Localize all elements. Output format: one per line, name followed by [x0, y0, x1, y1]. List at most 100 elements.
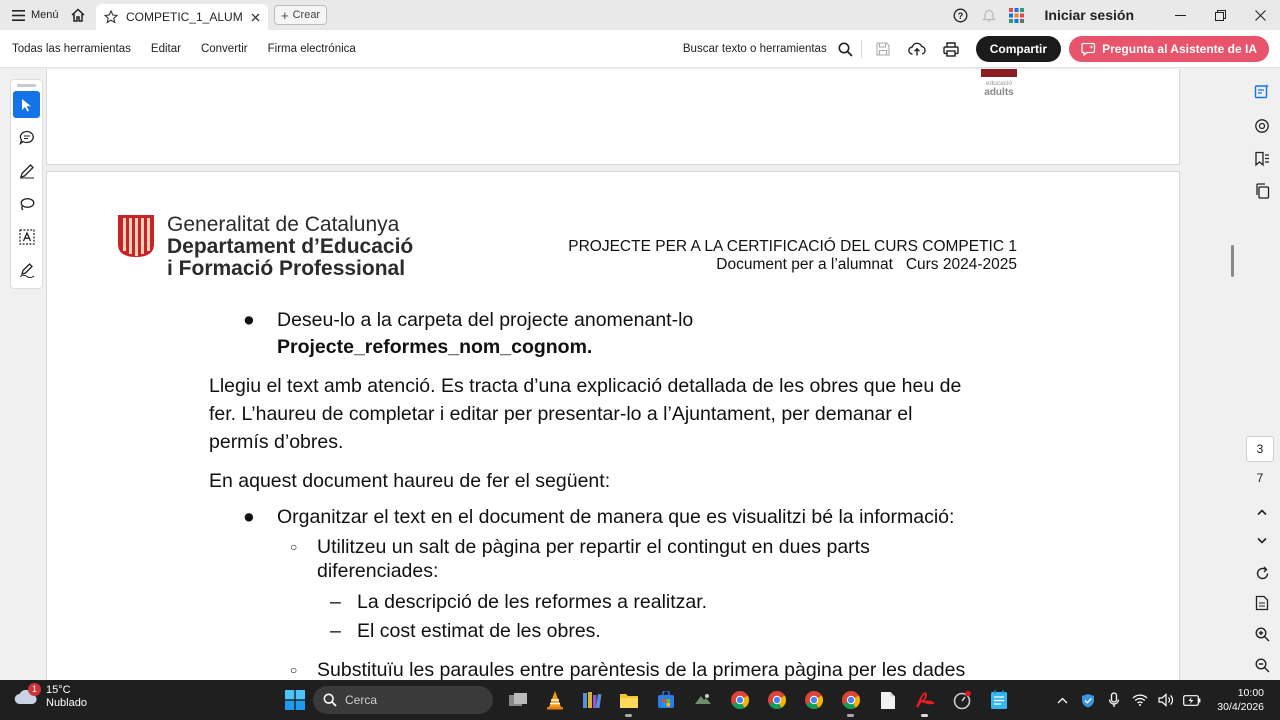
microphone-icon	[1109, 692, 1120, 707]
star-icon[interactable]	[104, 10, 118, 24]
org-line1: Generalitat de Catalunya	[167, 213, 400, 236]
weather-widget[interactable]: 1 15°C Nublado	[14, 683, 87, 710]
chevron-down-icon	[1257, 537, 1267, 544]
draw-tool[interactable]	[13, 157, 40, 184]
at-comment-icon	[1255, 119, 1269, 133]
taskbar-search-box[interactable]: Cerca	[313, 686, 493, 714]
plus-icon: +	[281, 7, 289, 23]
file-explorer-app[interactable]	[610, 680, 647, 720]
microphone-tray-button[interactable]	[1101, 680, 1127, 720]
save-button[interactable]	[866, 30, 900, 68]
apps-grid-icon	[1009, 7, 1025, 23]
print-button[interactable]	[934, 30, 968, 68]
para2: En aquest document haureu de fer el segü…	[209, 470, 611, 492]
page-display-button[interactable]	[1248, 589, 1276, 617]
select-tool[interactable]	[13, 91, 40, 118]
dash-bullet: –	[330, 620, 341, 642]
restore-button[interactable]	[1200, 0, 1240, 30]
create-button[interactable]: + Crear	[274, 5, 328, 25]
acrobat-app[interactable]	[906, 680, 943, 720]
share-button[interactable]: Compartir	[975, 36, 1062, 62]
bookmarks-panel-button[interactable]	[1248, 145, 1276, 173]
upload-cloud-button[interactable]	[900, 30, 934, 68]
clock-date: 30/4/2026	[1217, 701, 1264, 713]
freehand-tool[interactable]	[13, 190, 40, 217]
battery-tray-button[interactable]	[1179, 680, 1205, 720]
help-button[interactable]: ?	[947, 0, 975, 30]
sign-in-link[interactable]: Iniciar sesión	[1045, 7, 1134, 23]
search-button[interactable]	[835, 30, 857, 68]
comment-tool[interactable]	[13, 124, 40, 151]
chrome-profile-4-app[interactable]	[832, 680, 869, 720]
header-line2: Document per a l’alumnat Curs 2024-2025	[716, 256, 1017, 273]
apps-button[interactable]	[1003, 0, 1031, 30]
security-tray-button[interactable]	[1075, 680, 1101, 720]
previous-page-button[interactable]	[1248, 498, 1276, 526]
game-app[interactable]	[684, 680, 721, 720]
notifications-button[interactable]	[975, 0, 1003, 30]
menu-e-signature[interactable]: Firma electrónica	[268, 43, 356, 55]
zoom-out-button[interactable]	[1248, 651, 1276, 679]
menu-convert[interactable]: Convertir	[201, 43, 248, 55]
close-window-button[interactable]	[1240, 0, 1280, 30]
battery-charging-icon	[1183, 694, 1201, 706]
total-pages: 7	[1256, 471, 1264, 485]
folder-icon	[619, 693, 638, 708]
search-tools-label[interactable]: Buscar texto o herramientas	[683, 43, 827, 55]
timer-app[interactable]	[943, 680, 980, 720]
close-tab-icon[interactable]	[251, 13, 260, 22]
pages-panel-button[interactable]	[1248, 177, 1276, 205]
copy-pages-icon	[1255, 183, 1269, 199]
document-icon	[880, 691, 895, 709]
menu-all-tools[interactable]: Todas las herramientas	[12, 43, 131, 55]
document-tab[interactable]: COMPETIC_1_ALUM...	[96, 4, 268, 30]
edit-panel-button[interactable]	[1248, 77, 1276, 105]
library-app[interactable]	[573, 680, 610, 720]
org-line2: Departament d’Educació	[167, 235, 414, 258]
main-toolbar: Todas las herramientas Editar Convertir …	[0, 30, 1280, 68]
current-page: Generalitat de Catalunya Departament d’E…	[46, 171, 1180, 680]
chrome-profile-3-app[interactable]	[795, 680, 832, 720]
volume-tray-button[interactable]	[1153, 680, 1179, 720]
scrollbar-thumb[interactable]	[1231, 245, 1234, 277]
task-view-button[interactable]	[499, 680, 536, 720]
para1-line2: fer. L’haureu de completar i editar per …	[209, 403, 913, 425]
ai-assistant-button[interactable]: Pregunta al Asistente de IA	[1069, 36, 1269, 62]
hamburger-icon	[12, 9, 25, 21]
vlc-app[interactable]	[536, 680, 573, 720]
notepad-app[interactable]	[869, 680, 906, 720]
rotate-button[interactable]	[1248, 559, 1276, 587]
start-button[interactable]	[276, 680, 313, 720]
windows-taskbar: 1 15°C Nublado Cerca 10:00 30/4/2026	[0, 680, 1280, 720]
pen-icon	[19, 163, 34, 178]
chrome-profile-2-app[interactable]	[758, 680, 795, 720]
cursor-icon	[21, 98, 31, 111]
zoom-in-button[interactable]	[1248, 620, 1276, 648]
wifi-tray-button[interactable]	[1127, 680, 1153, 720]
tab-title: COMPETIC_1_ALUM...	[126, 10, 243, 24]
home-button[interactable]	[60, 0, 96, 30]
current-page-input[interactable]: 3	[1246, 436, 1274, 462]
dash1-text: La descripció de les reformes a realitza…	[357, 591, 708, 613]
comments-panel-button[interactable]	[1248, 112, 1276, 140]
chrome-icon	[767, 691, 786, 710]
menu-edit[interactable]: Editar	[151, 43, 181, 55]
store-app[interactable]	[647, 680, 684, 720]
minimize-button[interactable]	[1160, 0, 1200, 30]
refresh-icon	[1256, 566, 1268, 579]
notes-app[interactable]	[980, 680, 1017, 720]
bookmark-icon	[1255, 151, 1269, 167]
fill-sign-tool[interactable]	[13, 256, 40, 283]
chrome-app[interactable]	[721, 680, 758, 720]
menu-button[interactable]: Menú	[0, 9, 60, 21]
sub2-text: Substituïu les paraules entre parèntesis…	[317, 659, 966, 680]
next-page-button[interactable]	[1248, 527, 1276, 555]
search-icon	[323, 693, 337, 707]
logo-small-line1: educació	[986, 80, 1012, 87]
bullet-dot: ●	[243, 309, 255, 331]
bullet1-text: Deseu-lo a la carpeta del projecte anome…	[277, 309, 694, 331]
text-tool[interactable]	[13, 223, 40, 250]
show-hidden-icons-button[interactable]	[1049, 680, 1075, 720]
clock[interactable]: 10:00 30/4/2026	[1217, 686, 1264, 714]
toolbar-divider	[860, 40, 862, 58]
